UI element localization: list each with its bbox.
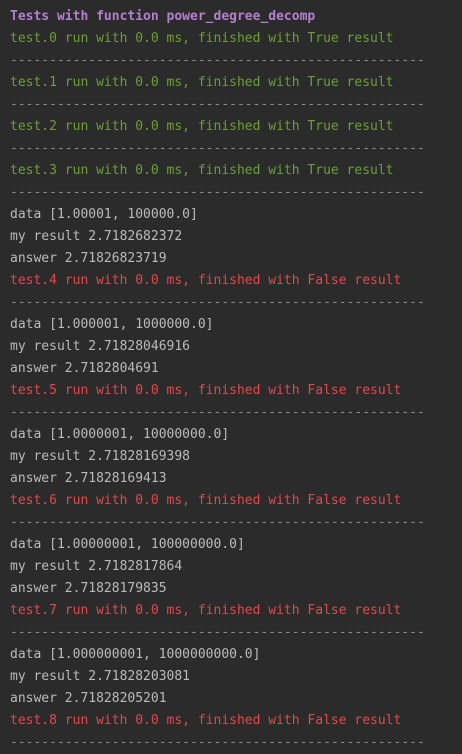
separator-line: ----------------------------------------… [10,295,425,310]
test-status-fail: test.6 run with 0.0 ms, finished with Fa… [10,493,402,508]
test-data-line: data [1.000001, 1000000.0] [10,317,214,332]
console-output: Tests with function power_degree_decomp … [0,0,462,753]
separator-line: ----------------------------------------… [10,735,425,750]
test-suite-header: Tests with function power_degree_decomp [10,9,316,24]
test-my-result-line: my result 2.7182682372 [10,229,183,244]
test-data-line: data [1.0000001, 10000000.0] [10,427,230,442]
separator-line: ----------------------------------------… [10,625,425,640]
separator-line: ----------------------------------------… [10,141,425,156]
test-data-line: data [1.00001, 100000.0] [10,207,198,222]
test-status-pass: test.1 run with 0.0 ms, finished with Tr… [10,75,394,90]
separator-line: ----------------------------------------… [10,97,425,112]
test-data-line: data [1.00000001, 100000000.0] [10,537,245,552]
separator-line: ----------------------------------------… [10,185,425,200]
test-answer-line: answer 2.71828205201 [10,691,167,706]
test-status-pass: test.3 run with 0.0 ms, finished with Tr… [10,163,394,178]
test-status-pass: test.2 run with 0.0 ms, finished with Tr… [10,119,394,134]
test-my-result-line: my result 2.71828046916 [10,339,191,354]
test-answer-line: answer 2.7182804691 [10,361,159,376]
test-status-fail: test.4 run with 0.0 ms, finished with Fa… [10,273,402,288]
test-data-line: data [1.000000001, 1000000000.0] [10,647,261,662]
test-status-fail: test.8 run with 0.0 ms, finished with Fa… [10,713,402,728]
test-status-fail: test.7 run with 0.0 ms, finished with Fa… [10,603,402,618]
separator-line: ----------------------------------------… [10,515,425,530]
test-answer-line: answer 2.71828169413 [10,471,167,486]
test-my-result-line: my result 2.7182817864 [10,559,183,574]
test-answer-line: answer 2.71828179835 [10,581,167,596]
separator-line: ----------------------------------------… [10,53,425,68]
test-status-pass: test.0 run with 0.0 ms, finished with Tr… [10,31,394,46]
test-status-fail: test.5 run with 0.0 ms, finished with Fa… [10,383,402,398]
test-my-result-line: my result 2.71828203081 [10,669,191,684]
test-answer-line: answer 2.71826823719 [10,251,167,266]
separator-line: ----------------------------------------… [10,405,425,420]
test-my-result-line: my result 2.71828169398 [10,449,191,464]
